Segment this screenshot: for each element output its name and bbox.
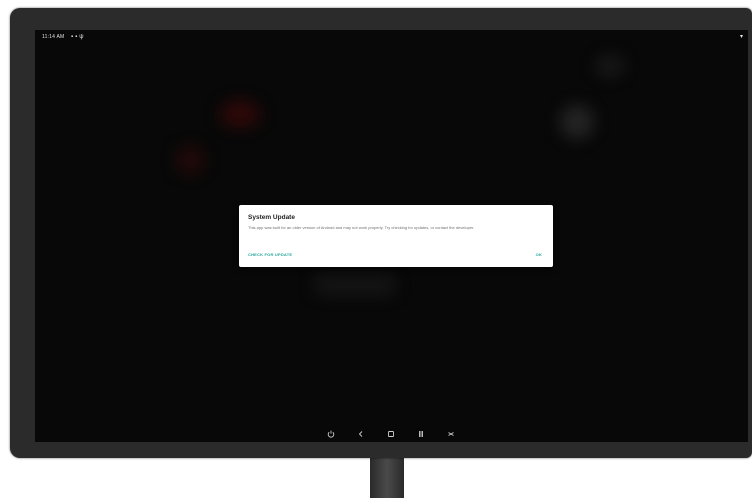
- status-icons: ▪▪ψ: [71, 30, 86, 44]
- screenshot-icon[interactable]: [445, 428, 457, 440]
- system-update-dialog: System Update This app was built for an …: [239, 205, 553, 267]
- wallpaper-blob: [315, 275, 395, 295]
- navigation-bar: [35, 425, 748, 442]
- monitor-bezel: 11:14 AM ▪▪ψ ▾ System Update This app wa…: [10, 8, 752, 458]
- wallpaper-blob: [175, 145, 205, 175]
- back-icon[interactable]: [355, 428, 367, 440]
- usb-icon: ψ: [79, 34, 86, 40]
- wallpaper-blob: [595, 55, 625, 77]
- dialog-title: System Update: [248, 214, 295, 221]
- wifi-icon: ▾: [739, 34, 743, 40]
- photo-scene: 11:14 AM ▪▪ψ ▾ System Update This app wa…: [0, 0, 752, 498]
- power-icon[interactable]: [325, 428, 337, 440]
- check-for-update-button[interactable]: CHECK FOR UPDATE: [248, 252, 292, 257]
- monitor-stand: [370, 452, 404, 498]
- ok-button[interactable]: OK: [536, 252, 542, 257]
- recents-icon[interactable]: [415, 428, 427, 440]
- wallpaper-blob: [220, 100, 260, 128]
- status-time: 11:14 AM: [42, 34, 65, 40]
- status-bar: 11:14 AM ▪▪ψ ▾: [35, 30, 748, 44]
- home-icon[interactable]: [385, 428, 397, 440]
- wallpaper-blob: [560, 105, 594, 139]
- dialog-message: This app was built for an older version …: [248, 225, 475, 230]
- android-screen: 11:14 AM ▪▪ψ ▾ System Update This app wa…: [35, 30, 748, 442]
